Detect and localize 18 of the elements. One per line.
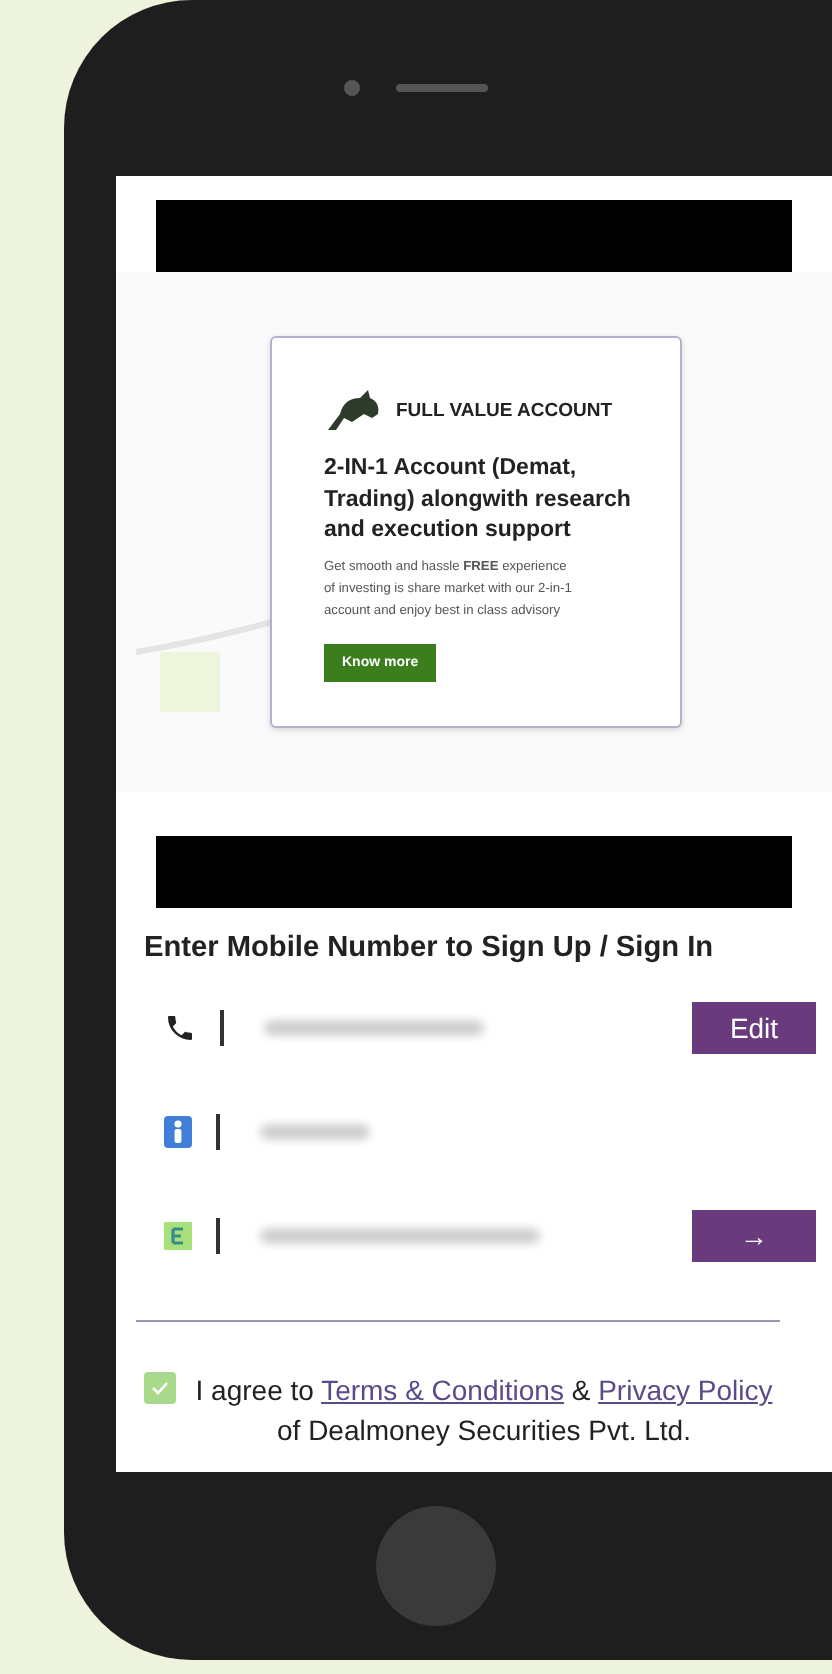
phone-icon (164, 1012, 196, 1044)
privacy-link[interactable]: Privacy Policy (598, 1374, 773, 1406)
letter-e-icon (164, 1222, 192, 1250)
card-title: FULL VALUE ACCOUNT (396, 399, 613, 422)
agree-checkbox[interactable] (144, 1372, 176, 1404)
terms-link[interactable]: Terms & Conditions (321, 1374, 564, 1406)
text-caret (220, 1010, 224, 1046)
text-caret (216, 1114, 220, 1150)
text-caret (216, 1218, 220, 1254)
speaker-slot (396, 84, 488, 92)
next-button[interactable]: → (692, 1210, 816, 1262)
consent-text: I agree to Terms & Conditions & Privacy Policy of Dealmoney Securities Pvt. Ltd. (193, 1372, 775, 1451)
card-headline: 2-IN-1 Account (Demat, Trading) alongwith research and execution support (324, 454, 633, 547)
camera-dot (344, 80, 360, 96)
edit-button[interactable]: Edit (692, 1002, 816, 1054)
checkmark-icon (150, 1378, 170, 1398)
blurred-value-drawing (260, 1124, 370, 1140)
signup-heading: Enter Mobile Number to Sign Up / Sign In (144, 932, 716, 964)
